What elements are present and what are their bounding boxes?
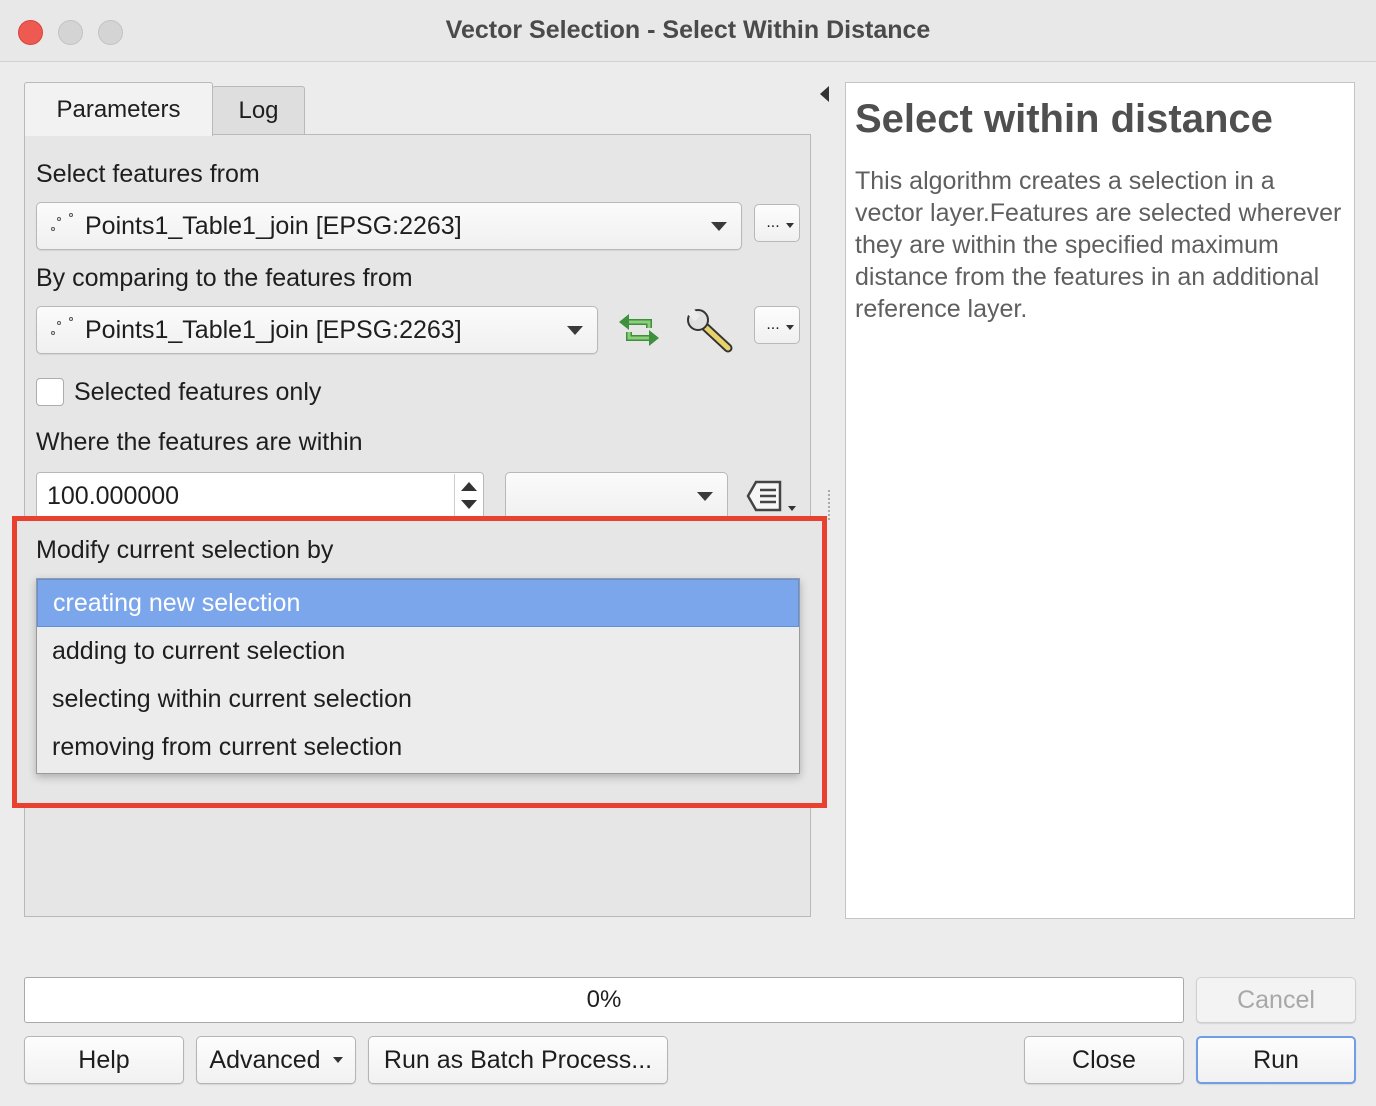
spin-down-icon[interactable] (461, 500, 477, 509)
ellipsis-icon: ... (766, 214, 780, 231)
panel-splitter[interactable] (828, 490, 830, 520)
option-selecting-within-selection[interactable]: selecting within current selection (37, 675, 799, 723)
data-defined-override-icon[interactable] (744, 478, 800, 516)
help-title: Select within distance (855, 97, 1273, 141)
select-features-from-label: Select features from (36, 160, 260, 188)
collapse-help-arrow-icon[interactable] (820, 86, 829, 102)
tab-parameters[interactable]: Parameters (24, 82, 213, 136)
modify-selection-dropdown-list[interactable]: creating new selection adding to current… (36, 578, 800, 774)
reference-layer-browse-button[interactable]: ... (754, 306, 800, 344)
compare-features-label: By comparing to the features from (36, 264, 413, 292)
input-layer-value: Points1_Table1_join [EPSG:2263] (85, 211, 462, 240)
window-title: Vector Selection - Select Within Distanc… (445, 16, 931, 44)
advanced-button[interactable]: Advanced (196, 1036, 356, 1084)
ellipsis-icon: ... (766, 316, 780, 333)
progress-text: 0% (586, 986, 622, 1013)
help-description: This algorithm creates a selection in a … (855, 167, 1342, 323)
option-adding-to-selection[interactable]: adding to current selection (37, 627, 799, 675)
distance-input[interactable]: 100.000000 (36, 472, 484, 520)
tab-log[interactable]: Log (212, 86, 305, 134)
input-layer-browse-button[interactable]: ... (754, 204, 800, 242)
cancel-button[interactable]: Cancel (1196, 977, 1356, 1023)
distance-unit-combo[interactable] (505, 472, 728, 520)
progress-bar: 0% (24, 977, 1184, 1023)
help-panel: Select within distance This algorithm cr… (845, 82, 1355, 919)
title-bar: Vector Selection - Select Within Distanc… (0, 0, 1376, 62)
chevron-down-icon (567, 326, 583, 335)
option-removing-from-selection[interactable]: removing from current selection (37, 723, 799, 771)
point-layer-icon (49, 211, 75, 241)
point-layer-icon (49, 315, 75, 345)
selected-features-only-checkbox[interactable] (36, 378, 64, 406)
modify-selection-label: Modify current selection by (36, 536, 334, 564)
chevron-down-icon (711, 222, 727, 231)
chevron-down-icon (697, 492, 713, 501)
caret-down-icon (332, 1057, 343, 1063)
help-button[interactable]: Help (24, 1036, 184, 1084)
wrench-icon[interactable] (686, 308, 736, 356)
input-layer-combo[interactable]: Points1_Table1_join [EPSG:2263] (36, 202, 742, 250)
iterate-icon[interactable] (615, 310, 663, 350)
reference-layer-value: Points1_Table1_join [EPSG:2263] (85, 315, 462, 344)
reference-layer-combo[interactable]: Points1_Table1_join [EPSG:2263] (36, 306, 598, 354)
run-button[interactable]: Run (1196, 1036, 1356, 1084)
distance-spinner[interactable] (454, 474, 482, 518)
selected-features-only-label: Selected features only (74, 378, 322, 406)
distance-value: 100.000000 (47, 481, 180, 510)
run-as-batch-button[interactable]: Run as Batch Process... (368, 1036, 668, 1084)
option-creating-new-selection[interactable]: creating new selection (37, 579, 799, 627)
advanced-label: Advanced (209, 1045, 321, 1074)
spin-up-icon[interactable] (461, 482, 477, 491)
distance-label: Where the features are within (36, 428, 363, 456)
close-button[interactable]: Close (1024, 1036, 1184, 1084)
